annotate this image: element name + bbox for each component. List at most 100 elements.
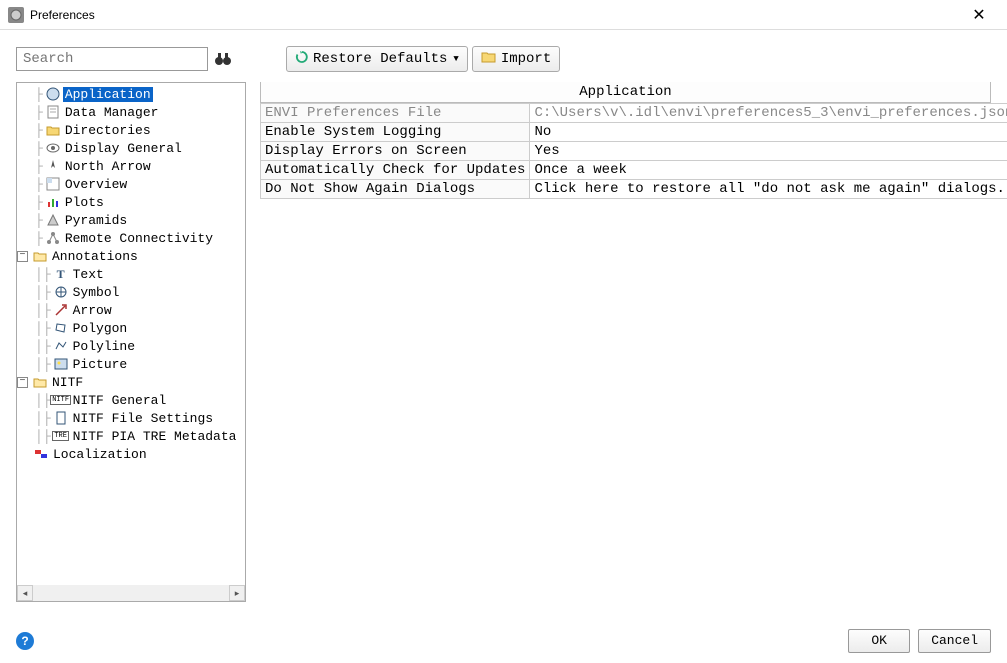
polyline-icon [53,338,69,354]
symbol-icon [53,284,69,300]
scroll-left-button[interactable]: ◂ [17,585,33,601]
property-key: Do Not Show Again Dialogs [261,180,530,199]
locale-icon [33,446,49,462]
tree-item-label: Pyramids [63,213,129,228]
properties-panel: Application ENVI Preferences FileC:\User… [260,82,991,602]
network-icon [45,230,61,246]
tree-item-label: Polygon [71,321,130,336]
binoculars-icon[interactable] [212,48,234,70]
property-key: Automatically Check for Updates [261,161,530,180]
tree-item[interactable]: │ ├ TText [17,265,245,283]
import-button[interactable]: Import [472,46,560,72]
tree-item[interactable]: │ ├ NITFNITF General [17,391,245,409]
tree-item[interactable]: ├ North Arrow [17,157,245,175]
app-icon [8,7,24,23]
help-icon[interactable]: ? [16,632,34,650]
tree-item-label: Plots [63,195,106,210]
property-value[interactable]: No [530,123,1007,142]
tree-item-label: Annotations [50,249,140,264]
property-key: Display Errors on Screen [261,142,530,161]
tree-item-label: Picture [71,357,130,372]
arrow-icon [53,302,69,318]
tree-item[interactable]: ├ Plots [17,193,245,211]
tree-item-label: Data Manager [63,105,161,120]
close-button[interactable]: ✕ [959,1,999,29]
preferences-tree-panel: ├ Application├ Data Manager├ Directories… [16,82,246,602]
property-value[interactable]: Yes [530,142,1007,161]
tree-item[interactable]: ├ Remote Connectivity [17,229,245,247]
tree-item-label: Display General [63,141,184,156]
tree-item-label: Overview [63,177,129,192]
tree-item[interactable]: ├ Directories [17,121,245,139]
restore-defaults-label: Restore Defaults [313,51,447,67]
search-input[interactable] [16,47,208,71]
tree-item-label: Application [63,87,153,102]
tree-item[interactable]: │ ├ Polygon [17,319,245,337]
picture-icon [53,356,69,372]
tre-icon: TRE [53,428,69,444]
import-label: Import [501,51,551,67]
property-row: Do Not Show Again DialogsClick here to r… [261,180,1007,199]
property-row: Automatically Check for UpdatesOnce a we… [261,161,1007,180]
text-icon: T [53,266,69,282]
tree-item[interactable]: − Annotations [17,247,245,265]
properties-table: ENVI Preferences FileC:\Users\v\.idl\env… [260,103,1007,199]
property-row: ENVI Preferences FileC:\Users\v\.idl\env… [261,104,1007,123]
property-row: Enable System LoggingNo [261,123,1007,142]
tree-item[interactable]: ├ Pyramids [17,211,245,229]
tree-item-label: NITF General [71,393,169,408]
window-title: Preferences [30,8,95,22]
tree-item[interactable]: Localization [17,445,245,463]
folder-open-icon [481,50,497,69]
property-value[interactable]: Click here to restore all "do not ask me… [530,180,1007,199]
property-value[interactable]: Once a week [530,161,1007,180]
tree-item[interactable]: ├ Application [17,85,245,103]
tree-item[interactable]: −NITF [17,373,245,391]
tree-item[interactable]: │ ├ Polyline [17,337,245,355]
layout-icon [45,176,61,192]
tree-item[interactable]: ├ Overview [17,175,245,193]
scroll-right-button[interactable]: ▸ [229,585,245,601]
tree-item[interactable]: │ ├ Arrow [17,301,245,319]
property-key: Enable System Logging [261,123,530,142]
tree-item-label: Symbol [71,285,122,300]
ok-button[interactable]: OK [848,629,910,653]
chart-icon [45,194,61,210]
polygon-icon [53,320,69,336]
nitf-icon: NITF [53,392,69,408]
expand-toggle[interactable]: − [17,251,28,262]
tree-item-label: Directories [63,123,153,138]
tree-item[interactable]: ├ Data Manager [17,103,245,121]
tree-item-label: NITF File Settings [71,411,215,426]
folder-open-icon [32,248,48,264]
preferences-tree[interactable]: ├ Application├ Data Manager├ Directories… [17,83,245,585]
tree-item-label: NITF PIA TRE Metadata [71,429,239,444]
eye-icon [45,140,61,156]
tree-item[interactable]: ├ Display General [17,139,245,157]
property-value: C:\Users\v\.idl\envi\preferences5_3\envi… [530,104,1007,123]
sheet-icon [45,104,61,120]
tree-item-label: Text [71,267,106,282]
properties-header: Application [260,82,991,103]
tree-item[interactable]: │ ├ NITF File Settings [17,409,245,427]
cancel-button[interactable]: Cancel [918,629,991,653]
tree-item[interactable]: │ ├ Picture [17,355,245,373]
compass-icon [45,158,61,174]
expand-toggle[interactable]: − [17,377,28,388]
chevron-down-icon: ▼ [453,54,458,64]
file-icon [53,410,69,426]
tree-item-label: Arrow [71,303,114,318]
restore-defaults-button[interactable]: Restore Defaults ▼ [286,46,468,72]
property-key: ENVI Preferences File [261,104,530,123]
tree-item[interactable]: │ ├ Symbol [17,283,245,301]
tree-item-label: Polyline [71,339,137,354]
tree-item[interactable]: │ ├ TRENITF PIA TRE Metadata [17,427,245,445]
folder-open-icon [32,374,48,390]
tree-item-label: Localization [51,447,149,462]
pyramid-icon [45,212,61,228]
footer: ? OK Cancel [0,618,1007,663]
globe-icon [45,86,61,102]
refresh-icon [295,50,309,69]
tree-scrollbar[interactable]: ◂ ▸ [17,585,245,601]
folder-icon [45,122,61,138]
